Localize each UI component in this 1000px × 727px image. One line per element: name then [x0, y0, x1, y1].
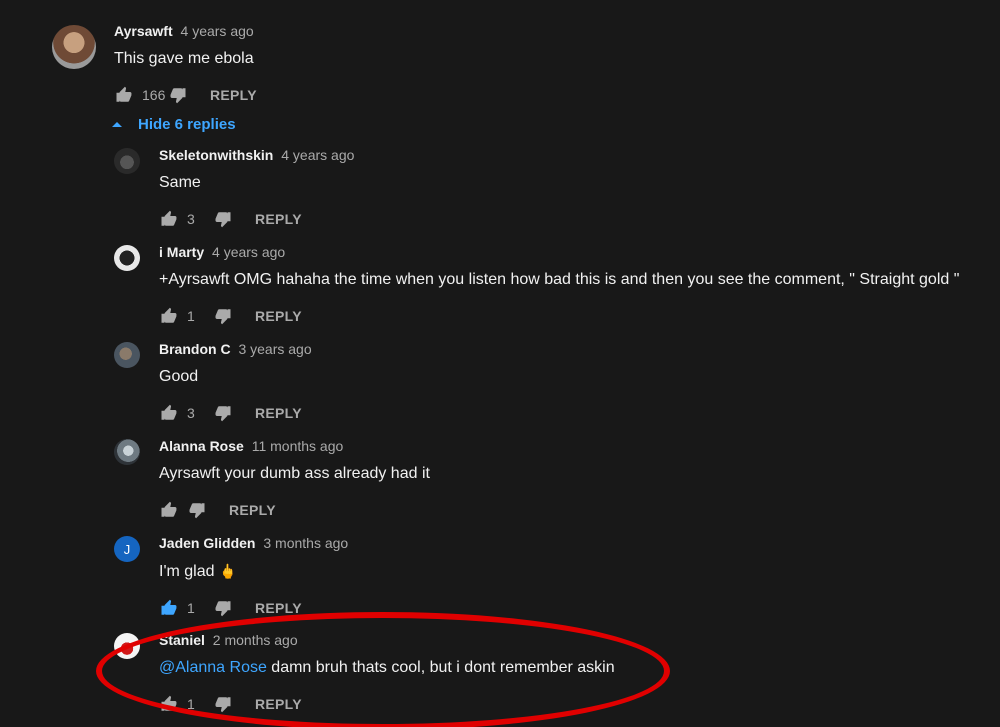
thumbs-up-icon[interactable] [159, 307, 179, 325]
timestamp[interactable]: 2 months ago [213, 632, 298, 648]
author-name[interactable]: i Marty [159, 244, 204, 260]
author-name[interactable]: Brandon C [159, 341, 231, 357]
thumbs-down-icon[interactable] [187, 501, 207, 519]
thumbs-down-icon[interactable] [213, 695, 233, 713]
thumbs-down-icon[interactable] [213, 599, 233, 617]
toggle-label: Hide 6 replies [138, 116, 236, 133]
comment-text: This gave me ebola [114, 50, 254, 67]
comment-actions: 166 REPLY [114, 84, 914, 106]
author-name[interactable]: Jaden Glidden [159, 535, 255, 551]
timestamp[interactable]: 3 years ago [238, 341, 311, 357]
author-name[interactable]: Staniel [159, 632, 205, 648]
reply-button[interactable]: REPLY [255, 308, 302, 324]
reply-button[interactable]: REPLY [255, 405, 302, 421]
avatar[interactable] [114, 148, 140, 174]
timestamp[interactable]: 4 years ago [212, 244, 285, 260]
hide-replies-toggle[interactable]: Hide 6 replies [112, 116, 236, 133]
author-name[interactable]: Alanna Rose [159, 438, 244, 454]
avatar[interactable] [114, 439, 140, 465]
comment-header: Jaden Glidden 3 months ago [159, 534, 999, 552]
reply-button[interactable]: REPLY [210, 87, 257, 103]
avatar[interactable] [114, 633, 140, 659]
comment-header: Staniel 2 months ago [159, 631, 999, 649]
thumbs-down-icon[interactable] [213, 404, 233, 422]
reply-button[interactable]: REPLY [229, 502, 276, 518]
timestamp[interactable]: 11 months ago [252, 438, 344, 454]
like-count: 1 [187, 600, 195, 616]
comment-header: Skeletonwithskin 4 years ago [159, 146, 999, 164]
avatar[interactable] [114, 342, 140, 368]
thumbs-down-icon[interactable] [168, 86, 188, 104]
thumbs-up-icon[interactable] [159, 501, 179, 519]
reply-button[interactable]: REPLY [255, 211, 302, 227]
author-name[interactable]: Ayrsawft [114, 23, 173, 39]
mention-link[interactable]: @Alanna Rose [159, 659, 267, 676]
comment-text: I'm glad 🖕 [159, 560, 999, 583]
comment-header: Alanna Rose 11 months ago [159, 437, 999, 455]
avatar[interactable]: J [114, 536, 140, 562]
author-name[interactable]: Skeletonwithskin [159, 147, 273, 163]
timestamp[interactable]: 4 years ago [281, 147, 354, 163]
like-count: 1 [187, 308, 195, 324]
reply-button[interactable]: REPLY [255, 600, 302, 616]
like-count: 3 [187, 405, 195, 421]
comments-section: Ayrsawft 4 years ago This gave me ebola … [0, 0, 1000, 727]
comment-actions: REPLY [159, 499, 999, 521]
like-count: 166 [142, 87, 166, 103]
thumbs-up-icon[interactable] [159, 210, 179, 228]
thumbs-down-icon[interactable] [213, 307, 233, 325]
comment-text: Good [159, 368, 199, 385]
thumbs-down-icon[interactable] [213, 210, 233, 228]
reply-button[interactable]: REPLY [255, 696, 302, 712]
avatar[interactable] [114, 245, 140, 271]
like-count: 1 [187, 696, 195, 712]
thumbs-up-icon[interactable] [159, 404, 179, 422]
comment-actions: 3 REPLY [159, 402, 999, 424]
comment-text: @Alanna Rose damn bruh thats cool, but i… [159, 657, 999, 679]
comment-header: i Marty 4 years ago [159, 243, 999, 261]
comment-text-body: damn bruh thats cool, but i dont remembe… [266, 659, 615, 676]
comment-header: Brandon C 3 years ago [159, 340, 999, 358]
comment-text: Ayrsawft your dumb ass already had it [159, 465, 430, 482]
timestamp[interactable]: 3 months ago [263, 535, 348, 551]
comment-text: +Ayrsawft OMG hahaha the time when you l… [159, 271, 960, 288]
comment-actions: 1 REPLY [159, 305, 999, 327]
middle-finger-emoji: 🖕 [218, 563, 237, 579]
timestamp[interactable]: 4 years ago [181, 23, 254, 39]
thumbs-up-icon[interactable] [114, 86, 134, 104]
comment-text: Same [159, 174, 201, 191]
comment-header: Ayrsawft 4 years ago [114, 22, 914, 40]
thumbs-up-icon[interactable] [159, 599, 179, 617]
comment-actions: 1 REPLY [159, 597, 999, 619]
avatar[interactable] [52, 25, 96, 69]
comment-text-body: I'm glad [159, 563, 215, 580]
comment-actions: 1 REPLY [159, 693, 999, 715]
caret-up-icon [112, 122, 122, 127]
comment-actions: 3 REPLY [159, 208, 999, 230]
thumbs-up-icon[interactable] [159, 695, 179, 713]
like-count: 3 [187, 211, 195, 227]
